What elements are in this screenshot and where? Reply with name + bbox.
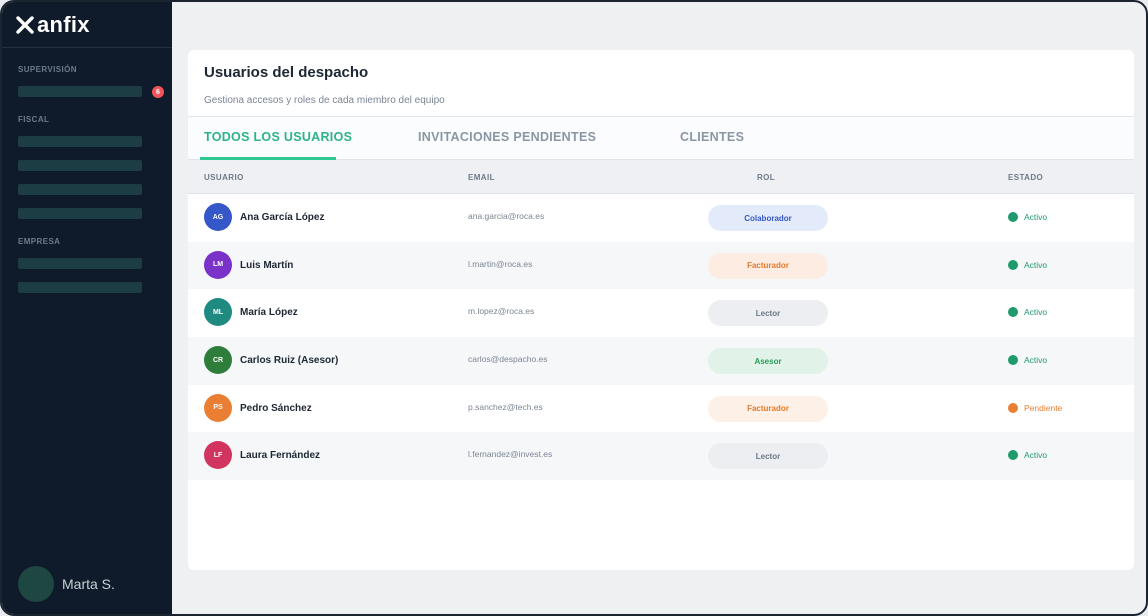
column-header-rol[interactable]: ROL — [757, 173, 775, 182]
status-badge: Activo — [1008, 355, 1048, 366]
sidebar-item-empresa-2[interactable] — [18, 282, 142, 293]
status-text: Activo — [1024, 355, 1048, 366]
table-body: AG Ana García López ana.garcia@roca.es Cola… — [188, 194, 1134, 481]
user-name[interactable]: Ana García López — [240, 212, 324, 223]
section-title-supervision: SUPERVISIÓN — [18, 65, 77, 74]
avatar: ML — [204, 298, 232, 327]
status-badge: Activo — [1008, 307, 1048, 318]
sidebar-item-fiscal-2[interactable] — [18, 160, 142, 171]
table-row[interactable]: AG Ana García López ana.garcia@roca.es Cola… — [188, 194, 1134, 242]
status-dot-icon — [1008, 402, 1018, 413]
tab-bar: TODOS LOS USUARIOS INVITACIONES PENDIENT… — [188, 116, 1134, 160]
status-dot-icon — [1008, 450, 1018, 461]
anfix-logo-icon — [16, 15, 34, 34]
status-badge: Activo — [1008, 259, 1048, 270]
user-name[interactable]: María López — [240, 307, 298, 318]
card-header: Usuarios del despacho Gestiona accesos y… — [188, 50, 1134, 116]
page-subtitle: Gestiona accesos y roles de cada miembro… — [204, 95, 445, 106]
sidebar-item-fiscal-3[interactable] — [18, 184, 142, 195]
avatar: PS — [204, 393, 232, 422]
table-header: USUARIO EMAIL ROL ESTADO — [188, 160, 1134, 194]
sidebar: anfix SUPERVISIÓN 6 FISCAL EMPRESA Marta… — [2, 2, 172, 614]
status-badge: Activo — [1008, 212, 1047, 222]
user-name[interactable]: Carlos Ruiz (Asesor) — [240, 355, 338, 366]
role-badge[interactable]: Asesor — [708, 348, 828, 375]
column-header-usuario[interactable]: USUARIO — [204, 173, 244, 182]
user-profile[interactable]: Marta S. — [18, 566, 115, 602]
role-badge[interactable]: Colaborador — [708, 205, 828, 231]
avatar — [18, 566, 54, 602]
brand-name: anfix — [37, 11, 90, 37]
page-title: Usuarios del despacho — [204, 64, 369, 81]
tab-todos-los-usuarios[interactable]: TODOS LOS USUARIOS — [204, 130, 352, 144]
status-dot-icon — [1008, 212, 1018, 222]
user-email: p.sanchez@tech.es — [468, 401, 543, 412]
table-row[interactable]: PS Pedro Sánchez p.sanchez@tech.es Facturad… — [188, 385, 1134, 433]
sidebar-item-empresa-1[interactable] — [18, 258, 142, 269]
status-dot-icon — [1008, 259, 1018, 270]
role-badge[interactable]: Facturador — [708, 395, 828, 422]
role-badge[interactable]: Lector — [708, 443, 828, 470]
status-badge: Activo — [1008, 450, 1048, 461]
section-title-fiscal: FISCAL — [18, 115, 50, 124]
status-dot-icon — [1008, 307, 1018, 318]
table-row[interactable]: LF Laura Fernández l.fernandez@invest.es Le… — [188, 432, 1134, 481]
tab-invitaciones-pendientes[interactable]: INVITACIONES PENDIENTES — [418, 130, 596, 144]
status-text: Pendiente — [1024, 402, 1063, 413]
app-window: anfix SUPERVISIÓN 6 FISCAL EMPRESA Marta… — [0, 0, 1148, 616]
avatar: LM — [204, 250, 232, 279]
status-text: Activo — [1024, 450, 1048, 461]
column-header-email[interactable]: EMAIL — [468, 173, 495, 182]
profile-name: Marta S. — [62, 576, 115, 592]
table-row[interactable]: CR Carlos Ruiz (Asesor) carlos@despacho.es… — [188, 337, 1134, 385]
role-badge[interactable]: Facturador — [708, 252, 828, 279]
sidebar-item-fiscal-4[interactable] — [18, 208, 142, 219]
user-name[interactable]: Laura Fernández — [240, 450, 320, 461]
status-text: Activo — [1024, 212, 1048, 222]
role-badge[interactable]: Lector — [708, 300, 828, 327]
table-row[interactable]: LM Luis Martín l.martin@roca.es Facturador A… — [188, 241, 1134, 290]
avatar: CR — [204, 346, 232, 375]
status-badge: Pendiente — [1008, 402, 1063, 413]
user-name[interactable]: Luis Martín — [240, 260, 293, 271]
table-row[interactable]: ML María López m.lopez@roca.es Lector Activo — [188, 289, 1134, 337]
user-name[interactable]: Pedro Sánchez — [240, 403, 312, 414]
section-title-empresa: EMPRESA — [18, 237, 61, 246]
sidebar-item-supervision-1[interactable] — [18, 86, 142, 97]
notification-badge: 6 — [152, 86, 164, 98]
status-text: Activo — [1024, 259, 1048, 270]
status-text: Activo — [1024, 307, 1048, 318]
brand[interactable]: anfix — [2, 2, 172, 48]
tab-clientes[interactable]: CLIENTES — [680, 130, 744, 144]
user-email: m.lopez@roca.es — [468, 306, 535, 317]
user-email: l.fernandez@invest.es — [468, 449, 553, 460]
avatar: AG — [204, 203, 232, 231]
status-dot-icon — [1008, 355, 1018, 366]
user-email: ana.garcia@roca.es — [468, 211, 545, 221]
users-card: Usuarios del despacho Gestiona accesos y… — [188, 50, 1134, 570]
column-header-estado[interactable]: ESTADO — [1008, 173, 1043, 182]
user-email: carlos@despacho.es — [468, 354, 548, 365]
user-email: l.martin@roca.es — [468, 258, 533, 269]
sidebar-item-fiscal-1[interactable] — [18, 136, 142, 147]
avatar: LF — [204, 441, 232, 470]
